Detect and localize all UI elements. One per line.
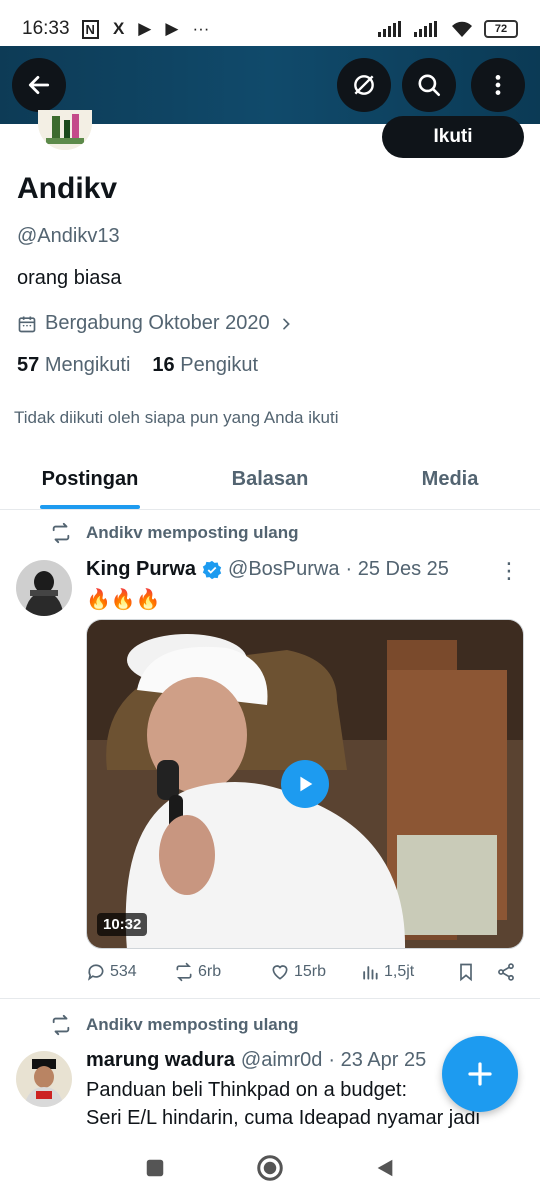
followers-count: 16: [152, 354, 175, 376]
reply-icon: [87, 964, 104, 981]
plus-icon: [468, 1062, 492, 1086]
profile-bio: orang biasa: [17, 267, 122, 289]
bookmark-button[interactable]: [456, 962, 496, 982]
chevron-right-icon: [282, 318, 290, 329]
post-avatar[interactable]: [16, 1051, 72, 1107]
post-date: · 23 Apr 25: [328, 1049, 427, 1071]
repost-button[interactable]: 6rb: [174, 962, 270, 982]
more-button[interactable]: [471, 58, 525, 112]
tab-media[interactable]: Media: [360, 450, 540, 509]
follow-button[interactable]: Ikuti: [382, 116, 524, 158]
more-notif-icon: ···: [192, 19, 210, 38]
repost-indicator: Andikv memposting ulang: [50, 1014, 299, 1036]
reply-count: 534: [110, 963, 137, 980]
nfc-icon: N: [81, 19, 99, 39]
battery-icon: 72: [484, 20, 518, 38]
views-button[interactable]: 1,5jt: [360, 962, 456, 982]
profile-avatar[interactable]: [38, 110, 92, 150]
share-icon: [498, 963, 514, 981]
following-link[interactable]: 57 Mengikuti: [17, 354, 130, 377]
author-name[interactable]: King Purwa: [86, 558, 196, 581]
recents-icon[interactable]: [144, 1157, 166, 1179]
notification-icons: N X ▶ ▶ ···: [81, 19, 210, 39]
play-notif-icon: ▶: [165, 19, 179, 38]
verified-badge-icon: [202, 560, 222, 579]
heart-icon: [272, 965, 288, 980]
repost-count: 6rb: [198, 963, 222, 980]
not-followed-text: Tidak diikuti oleh siapa pun yang Anda i…: [14, 408, 339, 427]
grok-icon: [354, 75, 374, 95]
more-vertical-icon: [495, 75, 501, 95]
post-more-icon[interactable]: ⋮: [498, 558, 520, 584]
x-app-icon: X: [112, 19, 125, 38]
post-date: · 25 Des 25: [345, 558, 449, 580]
tab-balasan[interactable]: Balasan: [180, 450, 360, 509]
signal-icon: [378, 21, 401, 37]
system-nav-bar: [0, 1136, 540, 1200]
author-name[interactable]: marung wadura: [86, 1049, 235, 1072]
repost-label: Andikv memposting ulang: [86, 523, 299, 542]
repost-icon: [52, 522, 70, 544]
post-divider: [0, 998, 540, 999]
status-time: 16:33: [22, 18, 70, 39]
repost-label: Andikv memposting ulang: [86, 1015, 299, 1034]
search-button[interactable]: [402, 58, 456, 112]
back-button[interactable]: [12, 58, 66, 112]
profile-handle: @Andikv13: [17, 225, 120, 247]
play-button[interactable]: [281, 760, 329, 808]
following-label: Mengikuti: [44, 354, 131, 376]
post-header: King Purwa @BosPurwa · 25 Des 25: [86, 558, 449, 581]
followers-label: Pengikut: [180, 354, 259, 376]
signal-icon: [414, 21, 437, 37]
profile-tabs: Postingan Balasan Media: [0, 450, 540, 510]
bookmark-icon: [460, 963, 472, 982]
compose-button[interactable]: [442, 1036, 518, 1112]
post-text-line: Panduan beli Thinkpad on a budget:: [86, 1079, 408, 1101]
repost-icon: [52, 1014, 70, 1036]
share-button[interactable]: [496, 962, 516, 982]
grok-button[interactable]: [337, 58, 391, 112]
post-text-line: Seri E/L hindarin, cuma Ideapad nyamar j…: [86, 1107, 480, 1129]
joined-date[interactable]: Bergabung Oktober 2020: [17, 312, 294, 335]
wifi-icon: [452, 21, 472, 37]
home-icon[interactable]: [255, 1153, 285, 1183]
search-icon: [418, 74, 441, 97]
views-count: 1,5jt: [384, 963, 415, 980]
repost-icon: [176, 962, 192, 982]
author-handle[interactable]: @aimr0d: [241, 1049, 322, 1072]
views-icon: [363, 966, 378, 980]
joined-label: Bergabung Oktober 2020: [45, 312, 270, 334]
play-notif-icon: ▶: [138, 19, 152, 38]
following-count: 57: [17, 354, 40, 376]
repost-indicator: Andikv memposting ulang: [50, 522, 299, 544]
like-count: 15rb: [294, 963, 327, 980]
tab-postingan[interactable]: Postingan: [0, 450, 180, 509]
followers-link[interactable]: 16 Pengikut: [152, 354, 258, 377]
arrow-left-icon: [28, 76, 50, 94]
post-header: marung wadura @aimr0d · 23 Apr 25: [86, 1049, 426, 1072]
reply-button[interactable]: 534: [86, 962, 174, 982]
play-icon: [300, 776, 313, 792]
back-nav-icon[interactable]: [374, 1157, 396, 1179]
post-actions: 534 6rb 15rb 1,5jt: [86, 962, 516, 982]
post-text: 🔥🔥🔥: [86, 589, 161, 611]
profile-name: Andikv: [17, 172, 118, 205]
like-button[interactable]: 15rb: [270, 962, 360, 982]
follow-stats: 57 Mengikuti 16 Pengikut: [17, 354, 258, 377]
author-handle[interactable]: @BosPurwa: [228, 558, 339, 581]
post-avatar[interactable]: [16, 560, 72, 616]
calendar-icon: [18, 316, 36, 332]
video-duration: 10:32: [97, 913, 148, 936]
post-video[interactable]: 10:32: [86, 619, 524, 949]
post-text: Panduan beli Thinkpad on a budget: Seri …: [86, 1076, 480, 1132]
